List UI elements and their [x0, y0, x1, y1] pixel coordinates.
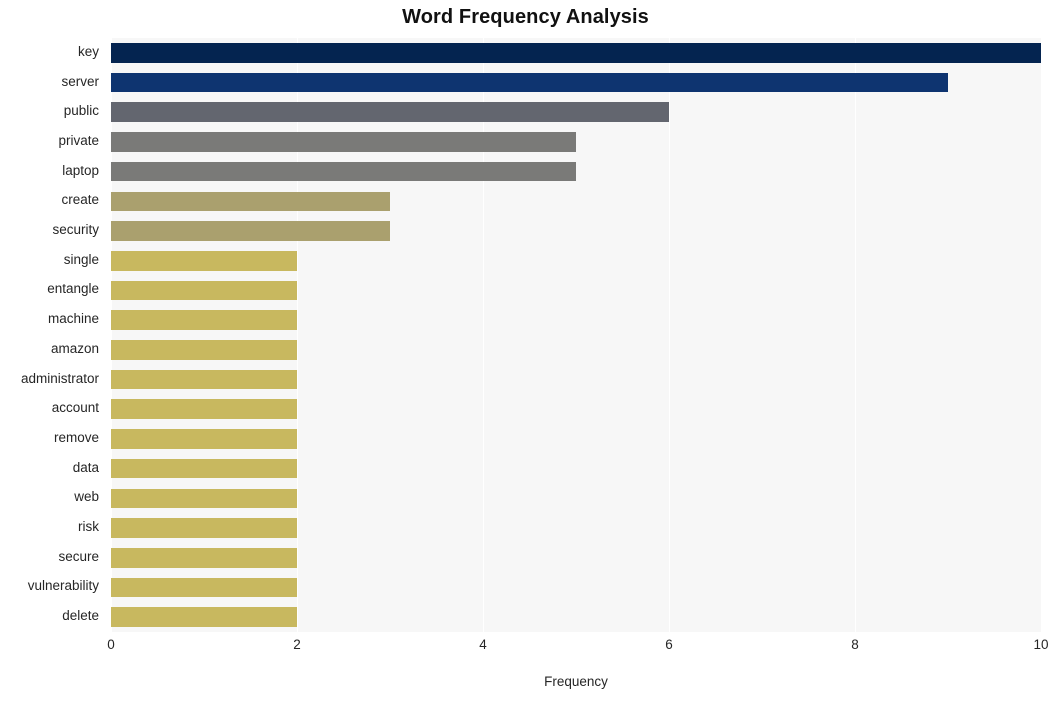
gridline-x-10 [1041, 38, 1042, 632]
y-tick-label-single: single [63, 251, 99, 267]
bar-delete[interactable] [111, 607, 297, 627]
bar-private[interactable] [111, 132, 576, 152]
bar-security[interactable] [111, 221, 390, 241]
y-tick-label-vulnerability: vulnerability [27, 578, 99, 594]
y-tick-label-amazon: amazon [50, 340, 99, 356]
bar-secure[interactable] [111, 547, 297, 568]
x-tick-label-4: 4 [479, 637, 487, 652]
y-tick-label-remove: remove [53, 429, 99, 445]
x-axis-title: Frequency [544, 674, 608, 689]
bar-public[interactable] [111, 102, 669, 123]
bar-data[interactable] [111, 458, 297, 479]
bar-web[interactable] [111, 488, 297, 509]
y-tick-label-secure: secure [58, 548, 99, 564]
bars-layer [111, 38, 1041, 632]
bar-administrator[interactable] [111, 369, 297, 390]
bar-vulnerability[interactable] [111, 577, 297, 598]
x-tick-label-6: 6 [665, 637, 673, 652]
y-tick-label-web: web [74, 489, 99, 505]
y-tick-label-risk: risk [78, 519, 99, 535]
bar-laptop[interactable] [111, 161, 576, 182]
y-tick-label-key: key [77, 43, 99, 59]
x-axis-tick-labels: 0 2 4 6 8 10 [0, 637, 1051, 661]
y-tick-label-create: create [61, 192, 99, 208]
y-tick-label-delete: delete [62, 608, 99, 624]
y-tick-label-private: private [58, 132, 99, 148]
bar-server[interactable] [111, 72, 948, 93]
x-tick-label-2: 2 [293, 637, 301, 652]
x-tick-label-10: 10 [1033, 637, 1049, 652]
bar-remove[interactable] [111, 429, 297, 449]
x-tick-label-0: 0 [107, 637, 115, 652]
bar-single[interactable] [111, 250, 297, 271]
y-tick-label-public: public [63, 103, 99, 119]
y-tick-label-machine: machine [47, 311, 99, 327]
y-tick-label-server: server [61, 73, 99, 89]
bar-key[interactable] [111, 43, 1041, 63]
chart-title: Word Frequency Analysis [402, 6, 649, 28]
bar-machine[interactable] [111, 310, 297, 330]
y-tick-label-security: security [52, 222, 99, 238]
y-tick-label-laptop: laptop [62, 162, 99, 178]
bar-entangle[interactable] [111, 280, 297, 301]
plot-area [111, 38, 1042, 632]
y-axis-tick-labels: key server public private laptop create securi… [0, 38, 105, 632]
y-tick-label-data: data [72, 459, 99, 475]
bar-create[interactable] [111, 191, 390, 212]
y-tick-label-administrator: administrator [20, 370, 99, 386]
x-tick-label-8: 8 [851, 637, 859, 652]
word-frequency-chart-figure: Word Frequency Analysis key server public p… [0, 0, 1051, 701]
bar-risk[interactable] [111, 518, 297, 538]
y-tick-label-account: account [51, 400, 99, 416]
y-tick-label-entangle: entangle [47, 281, 99, 297]
bar-amazon[interactable] [111, 340, 297, 360]
bar-account[interactable] [111, 399, 297, 420]
